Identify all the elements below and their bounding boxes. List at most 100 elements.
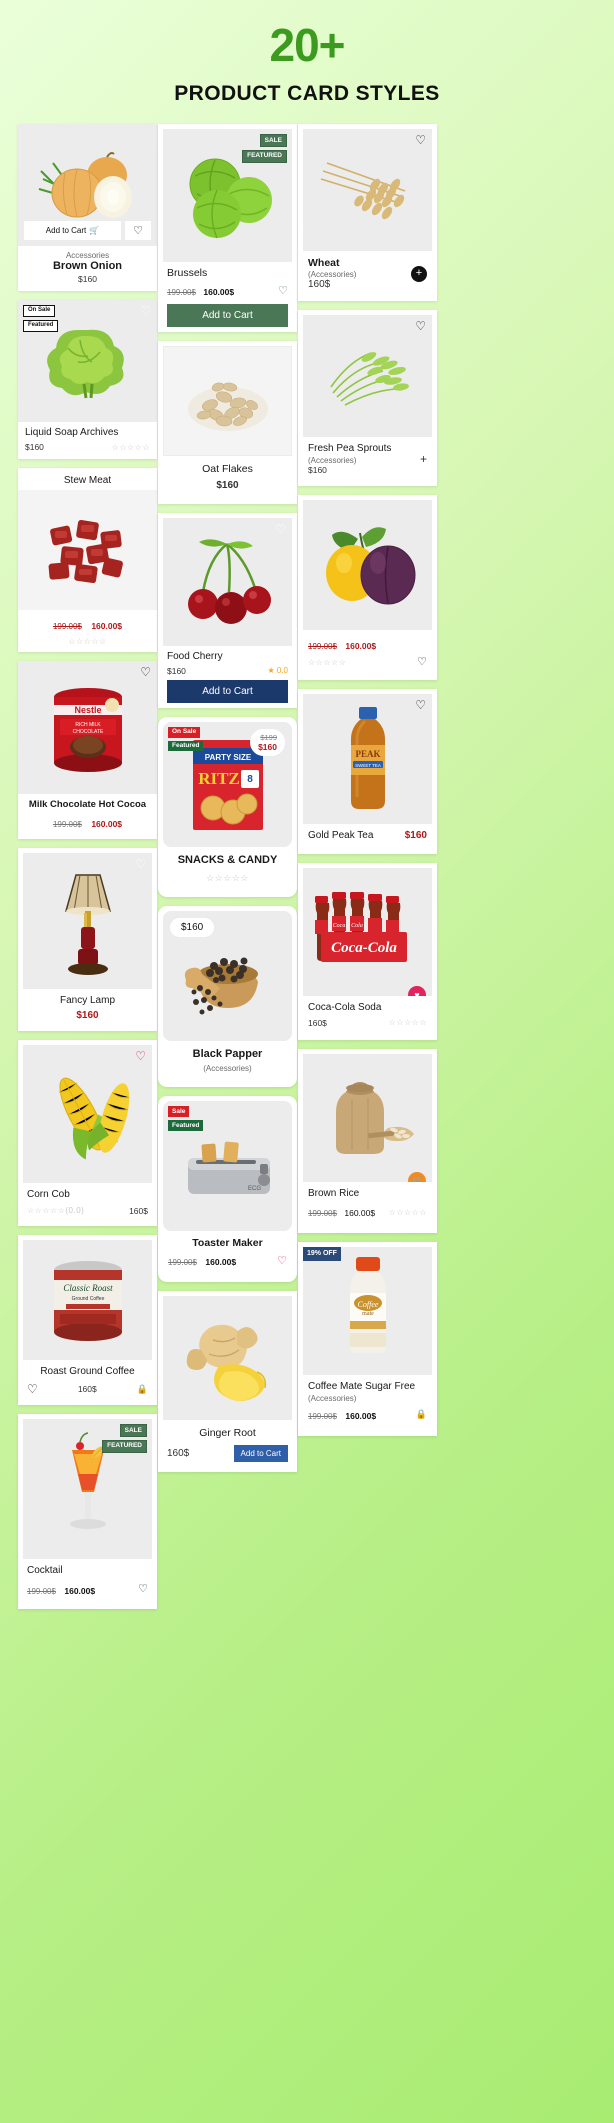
add-to-cart-button[interactable]: + bbox=[411, 265, 427, 282]
product-price: $160 bbox=[308, 464, 327, 475]
toaster-badges: Sale Featured bbox=[168, 1106, 204, 1131]
meat-art bbox=[48, 519, 123, 583]
product-card-roast-coffee[interactable]: Classic Roast Ground Coffee Roast Ground… bbox=[18, 1234, 157, 1406]
product-card-snacks[interactable]: On Sale Featured $199 $160 PARTY SIZE RI… bbox=[158, 716, 297, 897]
favorite-button[interactable]: ♡ bbox=[275, 523, 286, 535]
product-price: $160 bbox=[216, 480, 239, 492]
favorite-button[interactable]: ♥ bbox=[408, 986, 426, 997]
product-card-stew-meat[interactable]: Stew Meat 199.00$ 160.00$ ☆☆☆☆☆ bbox=[18, 468, 157, 652]
corn-art bbox=[58, 1077, 129, 1160]
new-price: 160.00$ bbox=[205, 1257, 237, 1268]
page-header: 20+ PRODUCT CARD STYLES bbox=[0, 0, 614, 124]
rating-stars[interactable]: ☆☆☆☆☆ bbox=[308, 658, 346, 667]
add-to-cart-button[interactable]: + bbox=[420, 452, 427, 466]
add-to-cart-button[interactable]: Add to Cart bbox=[233, 1444, 288, 1462]
liquid-soap-info: Liquid Soap Archives $160 ☆☆☆☆☆ bbox=[18, 422, 157, 460]
cart-icon: 🛒 bbox=[412, 1175, 422, 1182]
favorite-button[interactable]: ♡ bbox=[140, 305, 151, 317]
rating-stars[interactable]: ☆☆☆☆☆ bbox=[167, 873, 288, 884]
corn-cob-info: Corn Cob ☆☆☆☆☆(0.0) 160$ bbox=[23, 1183, 152, 1221]
coffee-mate-info: Coffee Mate Sugar Free (Accessories) bbox=[303, 1375, 432, 1406]
old-price: 199.00$ bbox=[167, 288, 196, 298]
product-title: Brown Rice bbox=[308, 1187, 360, 1199]
product-category: (Accessories) bbox=[308, 455, 357, 465]
fancy-lamp-info: Fancy Lamp $160 bbox=[23, 989, 152, 1027]
favorite-button[interactable]: ♡ bbox=[125, 221, 151, 240]
add-to-cart-button[interactable]: Add to Cart bbox=[167, 679, 288, 703]
favorite-button[interactable]: ♡ bbox=[27, 1383, 38, 1395]
product-image-snacks: On Sale Featured $199 $160 PARTY SIZE RI… bbox=[163, 721, 292, 847]
product-card-coffee-mate[interactable]: 19% OFF Coffee mate Coffee Mate Sugar Fr… bbox=[298, 1242, 437, 1436]
product-card-pea-sprouts[interactable]: ♡ Fresh Pea Sprouts (Accessories) $160 + bbox=[298, 310, 437, 486]
ginger-root-action-row: 160$ Add to Cart bbox=[163, 1444, 292, 1467]
product-title: Coffee Mate Sugar Free bbox=[308, 1381, 416, 1393]
favorite-button[interactable]: ♡ bbox=[277, 1255, 287, 1267]
product-card-liquid-soap[interactable]: On Sale Featured ♡ Liquid Soap Archives … bbox=[18, 299, 157, 460]
product-card-plum[interactable]: 199.00$ 160.00$ ☆☆☆☆☆ ♡ bbox=[298, 494, 437, 680]
product-card-brown-onion[interactable]: Add to Cart 🛒 ♡ Accessories Brown Onion … bbox=[18, 124, 157, 291]
favorite-button[interactable]: ♡ bbox=[135, 858, 146, 870]
product-card-brussels[interactable]: SALE FEATURED Brussels 199.00$ 160.00$ ♡… bbox=[158, 124, 297, 333]
badge-sale: Sale bbox=[168, 1106, 190, 1118]
add-to-cart-button[interactable]: Add to Cart 🛒 bbox=[24, 221, 121, 240]
toaster-art: ECG bbox=[187, 1141, 270, 1195]
product-image-liquid-soap: On Sale Featured ♡ bbox=[18, 299, 157, 422]
rating-stars[interactable]: ☆☆☆☆☆ bbox=[112, 443, 150, 452]
new-price: $160 bbox=[258, 741, 277, 752]
product-card-hot-cocoa[interactable]: ♡ Nestle RICH MILK CHOCOLATE Milk Chocol… bbox=[18, 660, 157, 839]
add-to-cart-button[interactable]: Add to Cart bbox=[167, 304, 288, 328]
product-title: Stew Meat bbox=[63, 475, 112, 487]
badge-on-sale: On Sale bbox=[23, 304, 56, 317]
heart-icon: ♡ bbox=[415, 697, 426, 712]
product-card-brown-rice[interactable]: 🛒 Brown Rice 199.00$ 160.00$ ☆☆☆☆☆ bbox=[298, 1048, 437, 1234]
rating-stars[interactable]: ☆☆☆☆☆(0.0) bbox=[27, 1206, 84, 1215]
favorite-button[interactable]: ♡ bbox=[415, 320, 426, 332]
favorite-button[interactable]: ♡ bbox=[135, 1050, 146, 1062]
new-price: 160.00$ bbox=[345, 1410, 377, 1421]
plum-prices: 199.00$ 160.00$ bbox=[303, 630, 432, 657]
badge-discount: 19% OFF bbox=[303, 1247, 341, 1261]
favorite-button[interactable]: ♡ bbox=[417, 656, 427, 668]
heart-icon: ♡ bbox=[135, 1049, 146, 1064]
lock-icon[interactable]: 🔒 bbox=[137, 1384, 148, 1395]
favorite-button[interactable]: ♡ bbox=[278, 285, 288, 297]
product-card-cocktail[interactable]: SALE FEATURED Cocktail 199.00$ 160.00$ ♡ bbox=[18, 1414, 157, 1609]
heart-icon: ♡ bbox=[27, 1382, 38, 1397]
coca-cola-price-row: 160$ ☆☆☆☆☆ bbox=[303, 1018, 432, 1035]
oat-flakes-art bbox=[187, 382, 268, 432]
product-card-wheat[interactable]: ♡ Wheat (Accessories) 160$ + bbox=[298, 124, 437, 302]
favorite-button[interactable]: ♡ bbox=[415, 699, 426, 711]
product-card-black-papper[interactable]: $160 Black Papper (Accessories) bbox=[158, 905, 297, 1088]
add-to-cart-label: Add to Cart bbox=[45, 226, 87, 235]
cart-button[interactable]: 🛒 bbox=[408, 1171, 426, 1182]
old-price: 199.00$ bbox=[308, 1411, 337, 1421]
favorite-button[interactable]: ♡ bbox=[138, 1584, 148, 1595]
product-image-corn-cob: ♡ bbox=[23, 1045, 152, 1184]
rating-value: ★ 0.0 bbox=[267, 666, 288, 676]
product-card-toaster[interactable]: Sale Featured ECG Toaster Maker 199.00$ … bbox=[158, 1096, 297, 1283]
onion-art bbox=[38, 152, 132, 218]
rating-stars[interactable]: ☆☆☆☆☆ bbox=[389, 1018, 427, 1027]
favorite-button[interactable]: ♡ bbox=[140, 666, 151, 678]
peppercorn-bowl-art bbox=[184, 957, 258, 1014]
product-image-fancy-lamp: ♡ bbox=[23, 852, 152, 989]
product-card-food-cherry[interactable]: ♡ Food Cherry $160 ★ 0.0 Add to Cart bbox=[158, 513, 297, 708]
product-card-oat-flakes[interactable]: Oat Flakes $160 bbox=[158, 341, 297, 505]
lock-icon[interactable]: 🔒 bbox=[416, 1409, 427, 1420]
product-card-coca-cola[interactable]: Coca Cola Coca-Cola ♥ Coca-Cola Soda 160… bbox=[298, 863, 437, 1040]
rating-stars[interactable]: ☆☆☆☆☆ bbox=[24, 637, 151, 646]
product-title: Fresh Pea Sprouts bbox=[308, 443, 392, 455]
product-title: Oat Flakes bbox=[202, 463, 253, 476]
product-card-ginger-root[interactable]: Ginger Root 160$ Add to Cart bbox=[158, 1291, 297, 1472]
favorite-button[interactable]: ♡ bbox=[415, 134, 426, 146]
heart-icon: ♡ bbox=[415, 319, 426, 334]
product-title: Coca-Cola Soda bbox=[308, 1002, 382, 1014]
creamer-bottle-art: Coffee mate bbox=[349, 1257, 386, 1354]
rating-stars[interactable]: ☆☆☆☆☆ bbox=[389, 1208, 427, 1217]
product-title: Milk Chocolate Hot Cocoa bbox=[28, 798, 147, 810]
product-card-gold-peak[interactable]: ♡ PEAK SWEET TEA Gold Peak Tea $160 bbox=[298, 688, 437, 855]
cocoa-tin-art: Nestle RICH MILK CHOCOLATE bbox=[53, 688, 122, 773]
product-card-fancy-lamp[interactable]: ♡ Fancy Lamp $160 bbox=[18, 847, 157, 1032]
snacks-badges: On Sale Featured bbox=[168, 726, 204, 752]
product-card-corn-cob[interactable]: ♡ Corn Cob ☆☆☆☆☆(0.0) 160$ bbox=[18, 1040, 157, 1226]
